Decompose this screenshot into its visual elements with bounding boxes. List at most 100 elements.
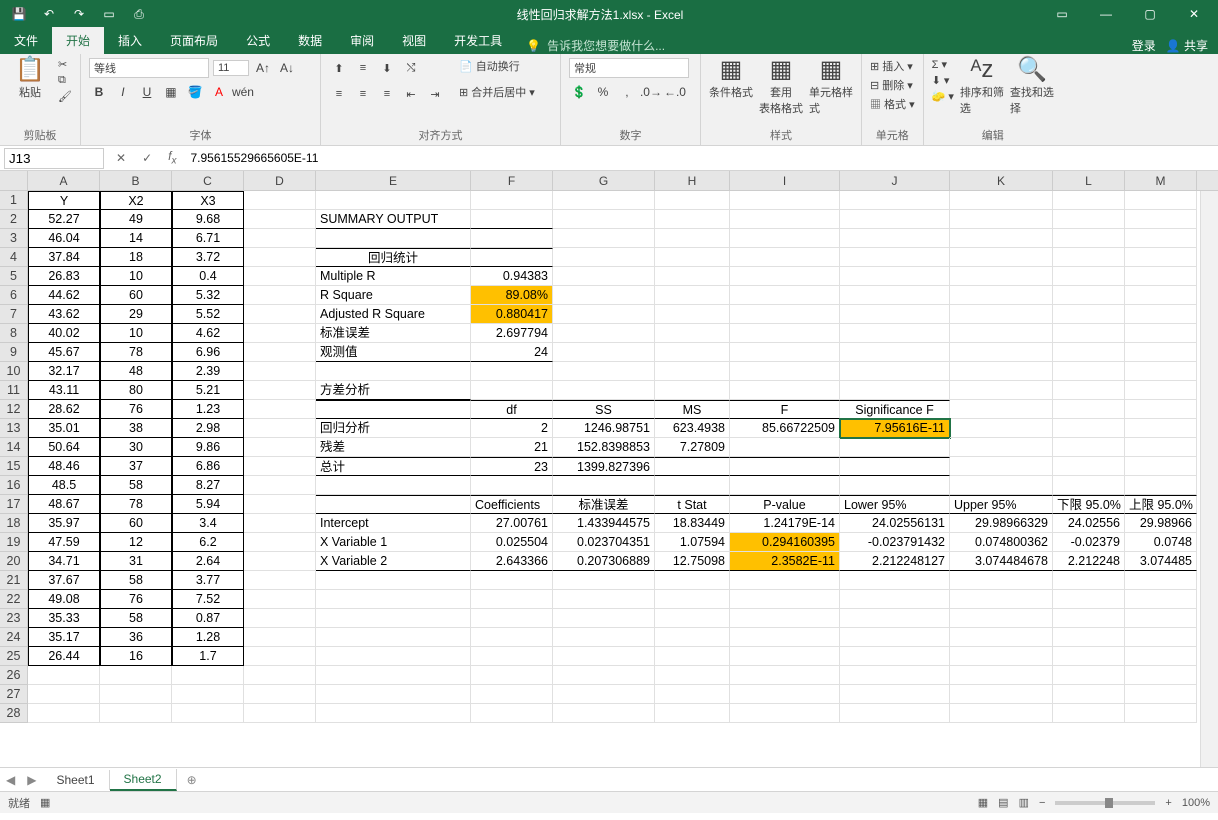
cell[interactable]: 48.67 (28, 495, 100, 514)
cell[interactable] (244, 533, 316, 552)
inc-decimal-icon[interactable]: .0→ (641, 82, 661, 102)
cell[interactable] (471, 381, 553, 400)
cell[interactable]: 1.24179E-14 (730, 514, 840, 533)
cell[interactable]: 5.21 (172, 381, 244, 400)
phonetic-icon[interactable]: wén (233, 82, 253, 102)
cell[interactable]: 1399.827396 (553, 457, 655, 476)
cell[interactable] (950, 590, 1053, 609)
cell[interactable] (244, 685, 316, 704)
row-header[interactable]: 3 (0, 229, 28, 248)
cell[interactable] (553, 571, 655, 590)
cell[interactable] (950, 476, 1053, 495)
cell[interactable]: 2.212248 (1053, 552, 1125, 571)
cell[interactable]: 24.02556131 (840, 514, 950, 533)
cell[interactable] (244, 381, 316, 400)
cell[interactable]: SUMMARY OUTPUT (316, 210, 471, 229)
align-left-icon[interactable]: ≡ (329, 84, 349, 104)
cell[interactable]: 6.2 (172, 533, 244, 552)
cell[interactable]: t Stat (655, 495, 730, 514)
cell[interactable] (655, 267, 730, 286)
cell[interactable]: 2.212248127 (840, 552, 950, 571)
cell[interactable] (950, 229, 1053, 248)
underline-icon[interactable]: U (137, 82, 157, 102)
cell[interactable] (730, 267, 840, 286)
cell[interactable] (1053, 248, 1125, 267)
cell[interactable]: 0.87 (172, 609, 244, 628)
cell[interactable]: 2.3582E-11 (730, 552, 840, 571)
cell[interactable]: df (471, 400, 553, 419)
cell[interactable] (1053, 419, 1125, 438)
row-header[interactable]: 27 (0, 685, 28, 704)
cell[interactable] (1125, 248, 1197, 267)
cell[interactable]: 43.62 (28, 305, 100, 324)
cell[interactable]: X Variable 1 (316, 533, 471, 552)
cell[interactable] (244, 286, 316, 305)
cell[interactable] (730, 571, 840, 590)
cell[interactable] (1125, 419, 1197, 438)
cell[interactable] (316, 400, 471, 419)
col-header[interactable]: M (1125, 171, 1197, 190)
cell[interactable] (244, 571, 316, 590)
zoom-level[interactable]: 100% (1182, 797, 1210, 809)
cell[interactable]: 23 (471, 457, 553, 476)
add-sheet-icon[interactable]: ⊕ (177, 773, 207, 787)
formula-input[interactable]: 7.95615529665605E-11 (184, 151, 1218, 165)
row-header[interactable]: 20 (0, 552, 28, 571)
cell[interactable] (553, 248, 655, 267)
cell[interactable]: 2.98 (172, 419, 244, 438)
cell[interactable]: 3.77 (172, 571, 244, 590)
cell[interactable] (655, 229, 730, 248)
cell[interactable]: 1.28 (172, 628, 244, 647)
cell[interactable]: 0.0748 (1125, 533, 1197, 552)
cell[interactable] (244, 590, 316, 609)
cell[interactable] (840, 704, 950, 723)
row-header[interactable]: 2 (0, 210, 28, 229)
cell[interactable] (1053, 286, 1125, 305)
cell[interactable] (840, 381, 950, 400)
cell[interactable]: Intercept (316, 514, 471, 533)
cell[interactable]: 47.59 (28, 533, 100, 552)
cell[interactable]: 26.44 (28, 647, 100, 666)
cell[interactable] (840, 609, 950, 628)
cell[interactable]: 24.02556 (1053, 514, 1125, 533)
cell[interactable]: R Square (316, 286, 471, 305)
cancel-formula-icon[interactable]: ✕ (108, 151, 134, 165)
cell[interactable]: 0.294160395 (730, 533, 840, 552)
col-header[interactable]: C (172, 171, 244, 190)
cell[interactable] (1125, 704, 1197, 723)
col-header[interactable]: D (244, 171, 316, 190)
cell[interactable] (655, 685, 730, 704)
cell[interactable]: 10 (100, 324, 172, 343)
cell[interactable] (655, 457, 730, 476)
row-header[interactable]: 19 (0, 533, 28, 552)
cell[interactable]: 下限 95.0% (1053, 495, 1125, 514)
cell[interactable] (244, 305, 316, 324)
tab-formulas[interactable]: 公式 (232, 27, 284, 54)
cell[interactable] (730, 457, 840, 476)
cell[interactable]: 总计 (316, 457, 471, 476)
cell[interactable] (950, 286, 1053, 305)
cell[interactable]: 6.96 (172, 343, 244, 362)
tab-layout[interactable]: 页面布局 (156, 27, 232, 54)
macro-record-icon[interactable]: ▦ (40, 796, 50, 809)
cell[interactable]: P-value (730, 495, 840, 514)
cell[interactable] (316, 229, 471, 248)
cell[interactable]: X3 (172, 191, 244, 210)
cell[interactable] (172, 704, 244, 723)
cell[interactable] (244, 210, 316, 229)
find-select-button[interactable]: 🔍查找和选择 (1010, 58, 1054, 116)
cell[interactable]: 0.023704351 (553, 533, 655, 552)
cell[interactable]: 回归统计 (316, 248, 471, 267)
cell[interactable] (316, 609, 471, 628)
cell[interactable]: F (730, 400, 840, 419)
cell[interactable]: 152.8398853 (553, 438, 655, 457)
cell[interactable] (1053, 438, 1125, 457)
cell[interactable]: 1.7 (172, 647, 244, 666)
tab-data[interactable]: 数据 (284, 27, 336, 54)
cell[interactable]: Coefficients (471, 495, 553, 514)
cell[interactable]: 3.074485 (1125, 552, 1197, 571)
cell[interactable] (553, 286, 655, 305)
decrease-font-icon[interactable]: A↓ (277, 58, 297, 78)
cell[interactable] (1125, 381, 1197, 400)
cell[interactable] (1053, 305, 1125, 324)
